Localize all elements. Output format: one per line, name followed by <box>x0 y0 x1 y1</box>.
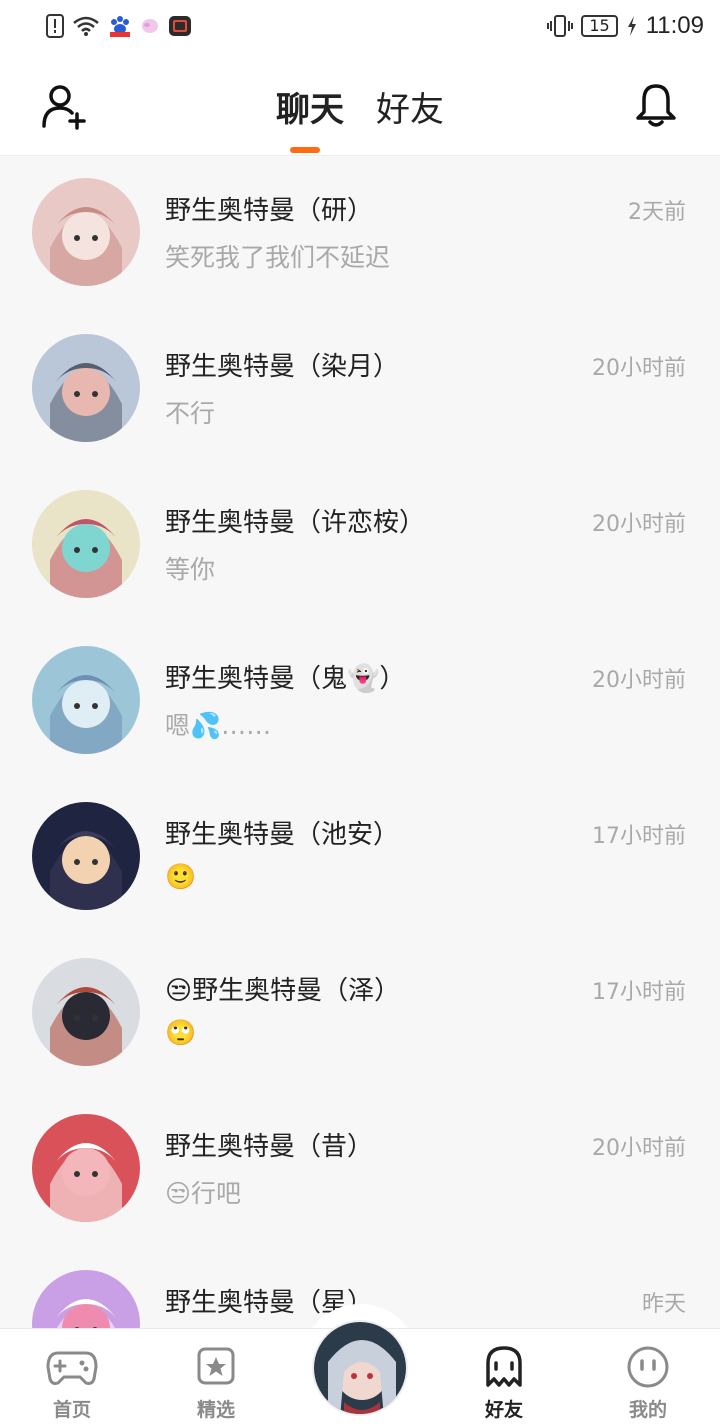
chat-last-message: 🙂 <box>165 862 197 891</box>
chat-last-message: 不行 <box>165 399 216 428</box>
charging-icon <box>626 15 638 37</box>
chat-item[interactable]: 野生奥特曼（染月） 不行 20小时前 <box>0 312 720 468</box>
chat-time: 昨天 <box>641 1292 686 1317</box>
chat-name: 😒野生奥特曼（泽） <box>165 976 401 1006</box>
tab-friends-label: 好友 <box>376 90 444 130</box>
chat-item[interactable]: 野生奥特曼（池安） 🙂 17小时前 <box>0 780 720 936</box>
face-icon <box>626 1345 670 1389</box>
chat-item[interactable]: 野生奥特曼（鬼👻） 嗯💦…… 20小时前 <box>0 624 720 780</box>
chat-time: 17小时前 <box>592 980 686 1005</box>
avatar[interactable] <box>32 646 140 754</box>
status-icons-right: 15 11:09 <box>547 12 704 40</box>
battery-level: 15 <box>581 15 618 37</box>
chat-last-message: 嗯💦…… <box>165 711 272 740</box>
chat-time: 20小时前 <box>592 1136 686 1161</box>
nav-featured[interactable]: 精选 <box>144 1329 288 1428</box>
nav-featured-label: 精选 <box>196 1399 235 1421</box>
baidu-icon <box>108 14 132 38</box>
chat-time: 2天前 <box>628 200 686 225</box>
ghost-icon <box>482 1345 526 1389</box>
avatar[interactable] <box>32 1270 140 1328</box>
avatar[interactable] <box>32 958 140 1066</box>
chat-name: 野生奥特曼（昔） <box>165 1132 374 1162</box>
nav-me[interactable]: 我的 <box>576 1329 720 1428</box>
nav-home[interactable]: 首页 <box>0 1329 144 1428</box>
chat-friend-tabs: 聊天 好友 <box>0 82 720 153</box>
chat-item[interactable]: 野生奥特曼（研） 笑死我了我们不延迟 2天前 <box>0 156 720 312</box>
avatar[interactable] <box>32 802 140 910</box>
chat-item[interactable]: 野生奥特曼（许恋桉） 等你 20小时前 <box>0 468 720 624</box>
chat-time: 17小时前 <box>592 824 686 849</box>
chat-last-message: 等你 <box>165 555 216 584</box>
tab-chat[interactable]: 聊天 <box>276 82 344 153</box>
tab-friends[interactable]: 好友 <box>376 82 444 145</box>
chat-last-message: 😒行吧 <box>165 1179 242 1208</box>
chat-last-message: 笑死我了我们不延迟 <box>165 243 391 272</box>
chat-list: 野生奥特曼（研） 笑死我了我们不延迟 2天前 野生奥特曼（染月） 不行 20小时前 野生奥特… <box>0 156 720 1328</box>
tab-chat-label: 聊天 <box>276 90 344 130</box>
chat-time: 20小时前 <box>592 512 686 537</box>
nav-home-label: 首页 <box>52 1399 91 1421</box>
nav-friends[interactable]: 好友 <box>432 1329 576 1428</box>
vibrate-icon <box>547 14 574 38</box>
status-bar: 15 11:09 <box>0 0 720 56</box>
chat-name: 野生奥特曼（研） <box>165 196 374 226</box>
gamepad-icon <box>46 1345 98 1389</box>
chat-name: 野生奥特曼（鬼👻） <box>165 664 406 694</box>
avatar[interactable] <box>32 490 140 598</box>
tab-active-indicator <box>290 147 320 153</box>
chat-name: 野生奥特曼（染月） <box>165 352 400 382</box>
nav-me-label: 我的 <box>628 1399 667 1421</box>
chat-item[interactable]: 😒野生奥特曼（泽） 🙄 17小时前 <box>0 936 720 1092</box>
star-icon <box>194 1345 238 1389</box>
status-icons-left <box>46 14 192 38</box>
avatar[interactable] <box>32 178 140 286</box>
avatar[interactable] <box>32 334 140 442</box>
chat-time: 20小时前 <box>592 668 686 693</box>
bell-icon[interactable] <box>634 82 678 128</box>
top-header: 聊天 好友 <box>0 56 720 156</box>
chat-name: 野生奥特曼（许恋桉） <box>165 508 426 538</box>
chat-last-message: 🙄 <box>165 1018 197 1047</box>
chat-time: 20小时前 <box>592 356 686 381</box>
alert-icon <box>46 14 64 38</box>
center-avatar[interactable] <box>312 1320 408 1416</box>
avatar[interactable] <box>32 1114 140 1222</box>
nav-friends-label: 好友 <box>484 1399 523 1421</box>
tv-icon <box>168 14 192 38</box>
chat-item[interactable]: 野生奥特曼（昔） 😒行吧 20小时前 <box>0 1092 720 1248</box>
status-time: 11:09 <box>645 12 704 39</box>
wifi-icon <box>72 15 100 37</box>
balloon-icon <box>140 15 160 37</box>
chat-name: 野生奥特曼（池安） <box>165 820 400 850</box>
